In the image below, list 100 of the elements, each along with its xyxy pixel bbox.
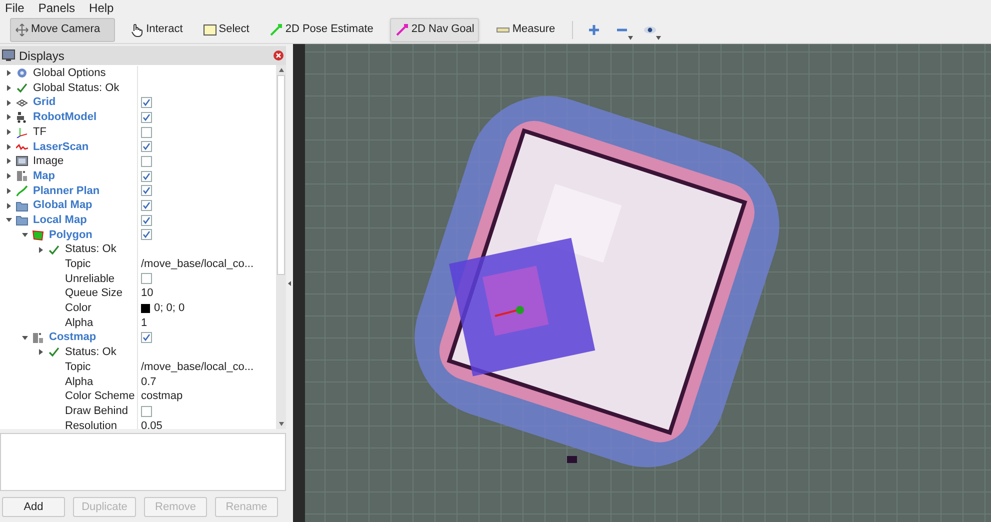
checkbox[interactable] [141, 406, 152, 417]
display-name[interactable]: Global Status: Ok [33, 80, 120, 96]
display-name[interactable]: Planner Plan [33, 182, 100, 200]
display-name[interactable]: Grid [33, 94, 56, 111]
display-name[interactable]: Image [33, 153, 64, 170]
display-name[interactable]: Polygon [49, 226, 92, 244]
property-value: 10 [141, 286, 154, 302]
gear-icon [16, 67, 28, 80]
display-name[interactable]: TF [33, 124, 46, 140]
scroll-up-icon[interactable] [278, 68, 284, 72]
display-name[interactable]: Unreliable [65, 270, 115, 288]
collapsed-arrow-icon[interactable] [6, 85, 12, 92]
collapsed-arrow-icon[interactable] [6, 173, 12, 180]
display-name[interactable]: Draw Behind [65, 402, 128, 420]
checkbox[interactable] [141, 170, 152, 182]
display-name[interactable]: Alpha [65, 374, 94, 390]
collapsed-arrow-icon[interactable] [38, 349, 44, 356]
map-drawing[interactable] [305, 44, 991, 522]
expanded-arrow-icon[interactable] [22, 334, 28, 341]
checkbox[interactable] [141, 229, 152, 240]
folder-icon [16, 214, 28, 226]
tool-button[interactable]: Move Camera [10, 18, 116, 42]
menu-item[interactable]: Help [89, 0, 114, 17]
checkbox[interactable] [141, 141, 152, 152]
plus-icon [587, 22, 602, 36]
tool-button[interactable]: Select [198, 18, 254, 42]
property-value: /move_base/local_co... [141, 257, 254, 272]
axes-icon [16, 126, 28, 138]
display-name[interactable]: Global Map [33, 197, 92, 214]
collapsed-arrow-icon[interactable] [6, 202, 12, 209]
image-icon [16, 155, 28, 168]
display-name[interactable]: Global Options [33, 65, 106, 82]
pose-arrow-icon [269, 22, 284, 36]
property-value: 0.05 [141, 418, 162, 429]
collapsed-arrow-icon[interactable] [6, 114, 12, 120]
display-name[interactable]: Color Scheme [65, 388, 135, 405]
display-name[interactable]: Topic [65, 358, 91, 376]
checkmark-icon [48, 346, 60, 358]
dropdown-caret-icon [628, 36, 634, 40]
dropdown-caret-icon [656, 36, 662, 40]
display-name[interactable]: LaserScan [33, 138, 89, 156]
checkbox[interactable] [141, 97, 152, 108]
collapsed-arrow-icon[interactable] [6, 144, 12, 150]
display-name[interactable]: Status: Ok [65, 241, 116, 258]
folder-icon [16, 200, 28, 212]
path-line-icon [16, 184, 28, 197]
display-name[interactable]: Alpha [65, 314, 94, 332]
display-name[interactable]: Color [65, 300, 92, 317]
color-swatch[interactable] [141, 304, 150, 313]
robot-icon [16, 111, 28, 124]
expanded-arrow-icon[interactable] [22, 232, 28, 238]
display-name[interactable]: Costmap [49, 329, 96, 346]
checkmark-icon [48, 244, 60, 256]
property-value: 0.7 [141, 374, 156, 390]
panel-title: Displays [19, 48, 66, 64]
collapsed-arrow-icon[interactable] [38, 246, 44, 253]
scrollbar[interactable] [276, 65, 286, 429]
display-name[interactable]: Map [33, 168, 55, 184]
tool-button[interactable]: 2D Nav Goal [390, 18, 480, 42]
selection-box-icon [202, 22, 217, 36]
property-value: costmap [141, 389, 183, 404]
collapsed-arrow-icon[interactable] [6, 100, 12, 106]
map-icon [16, 170, 28, 182]
property-value: /move_base/local_co... [141, 360, 254, 375]
checkmark-icon [16, 82, 28, 94]
checkbox[interactable] [141, 332, 152, 344]
polygon-icon [32, 228, 44, 241]
collapsed-arrow-icon[interactable] [6, 158, 12, 164]
expanded-arrow-icon[interactable] [6, 217, 12, 224]
property-value: 0; 0; 0 [154, 301, 185, 316]
collapsed-arrow-icon[interactable] [6, 70, 12, 76]
property-value: 1 [141, 316, 148, 331]
tool-button[interactable]: Measure [491, 18, 560, 42]
tool-button[interactable]: 2D Pose Estimate [264, 18, 378, 42]
display-name[interactable]: Topic [65, 256, 91, 273]
monitor-icon [2, 49, 15, 62]
arrow-icon [395, 22, 410, 36]
panel-button[interactable]: Add [2, 497, 65, 517]
display-name[interactable]: RobotModel [33, 109, 97, 126]
grid-icon [16, 96, 28, 109]
checkbox[interactable] [141, 273, 152, 284]
checkbox[interactable] [141, 214, 152, 226]
display-name[interactable]: Resolution [65, 418, 117, 429]
menu-item[interactable]: Panels [38, 0, 76, 17]
tool-button[interactable]: Interact [125, 18, 188, 42]
collapse-arrow-icon[interactable] [288, 280, 291, 286]
close-icon[interactable] [273, 50, 284, 61]
checkbox[interactable] [141, 156, 152, 167]
scroll-down-icon[interactable] [278, 422, 284, 426]
collapsed-arrow-icon[interactable] [6, 188, 12, 194]
display-name[interactable]: Queue Size [65, 285, 122, 302]
checkbox[interactable] [141, 126, 152, 138]
collapsed-arrow-icon[interactable] [6, 129, 12, 136]
checkbox[interactable] [141, 112, 152, 123]
checkbox[interactable] [141, 185, 152, 196]
checkbox[interactable] [141, 200, 152, 212]
menu-item[interactable]: File [5, 0, 24, 17]
hand-icon [130, 22, 144, 36]
display-name[interactable]: Status: Ok [65, 344, 116, 361]
display-name[interactable]: Local Map [33, 212, 87, 228]
